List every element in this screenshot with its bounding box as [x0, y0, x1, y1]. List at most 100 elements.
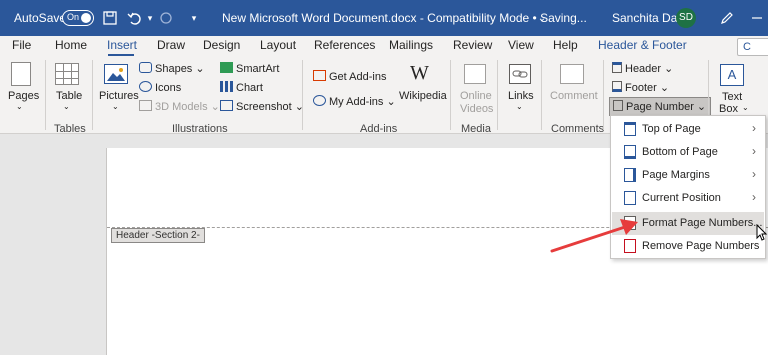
menu-item-label: Format Page Numbers...: [642, 217, 763, 229]
tab-view[interactable]: View: [508, 38, 534, 52]
menu-item-label: Remove Page Numbers: [642, 240, 760, 252]
cube-icon: [139, 100, 152, 111]
autosave-toggle[interactable]: On: [62, 10, 94, 26]
text-box-icon: A: [720, 64, 744, 86]
menu-item-label: Top of Page: [642, 123, 701, 135]
tab-layout[interactable]: Layout: [260, 38, 296, 52]
divider: [603, 60, 604, 130]
minimize-icon[interactable]: [748, 9, 766, 27]
page-number-button[interactable]: Page Number ⌄: [609, 97, 712, 116]
redo-icon[interactable]: [157, 9, 175, 27]
smartart-button[interactable]: SmartArt: [220, 62, 279, 75]
icons-button[interactable]: Icons: [139, 81, 181, 94]
pages-dropdown-icon[interactable]: ⌄: [16, 102, 23, 111]
page-number-menu: Top of Page › Bottom of Page › Page Marg…: [610, 115, 766, 259]
menu-item-top-of-page[interactable]: Top of Page ›: [612, 118, 764, 141]
menu-item-label: Bottom of Page: [642, 146, 718, 158]
divider: [302, 60, 303, 130]
icons-icon: [139, 81, 152, 92]
user-name[interactable]: Sanchita Das: [612, 11, 683, 25]
text-box-dropdown-icon[interactable]: ⌄: [742, 103, 749, 112]
my-addins-label: My Add-ins: [329, 96, 384, 108]
footer-icon: [612, 81, 622, 92]
text-box-button[interactable]: Text: [722, 91, 742, 103]
page-margins-icon: [624, 168, 636, 182]
tab-help[interactable]: Help: [553, 38, 578, 52]
get-addins-label: Get Add-ins: [329, 71, 387, 83]
header-icon: [612, 62, 622, 73]
menu-item-bottom-of-page[interactable]: Bottom of Page ›: [612, 141, 764, 164]
tab-insert[interactable]: Insert: [107, 38, 137, 52]
footer-button[interactable]: Footer ⌄: [612, 81, 669, 94]
table-button[interactable]: Table: [56, 90, 82, 102]
menu-item-label: Page Margins: [642, 169, 710, 181]
tab-file[interactable]: File: [12, 38, 31, 52]
pen-icon[interactable]: [718, 9, 736, 27]
menu-item-remove-page-numbers[interactable]: Remove Page Numbers: [612, 235, 764, 258]
customize-toolbar-icon[interactable]: ▾: [185, 9, 203, 27]
links-button[interactable]: Links: [508, 90, 534, 102]
tab-header-footer[interactable]: Header & Footer: [598, 38, 687, 52]
menu-item-label: Current Position: [642, 192, 721, 204]
menu-item-format-page-numbers[interactable]: Format Page Numbers...: [612, 212, 764, 235]
section-tag: Header -Section 2-: [111, 228, 205, 243]
menu-item-page-margins[interactable]: Page Margins ›: [612, 164, 764, 187]
chevron-right-icon: ›: [752, 121, 756, 135]
pictures-button[interactable]: Pictures: [99, 90, 139, 102]
page-number-label: Page Number: [626, 101, 694, 113]
table-icon: [55, 63, 79, 85]
chart-button[interactable]: Chart: [220, 81, 263, 94]
avatar[interactable]: SD: [676, 8, 696, 28]
my-addins-button[interactable]: My Add-ins ⌄: [313, 95, 396, 108]
screenshot-icon: [220, 100, 233, 111]
shapes-button[interactable]: Shapes ⌄: [139, 62, 205, 75]
autosave-label: AutoSave: [14, 11, 67, 25]
links-dropdown-icon[interactable]: ⌄: [516, 102, 523, 111]
save-icon[interactable]: [101, 9, 119, 27]
wikipedia-button[interactable]: Wikipedia: [399, 90, 447, 102]
table-dropdown-icon[interactable]: ⌄: [63, 102, 70, 111]
divider: [92, 60, 93, 130]
chart-label: Chart: [236, 82, 263, 94]
remove-page-numbers-icon: [624, 239, 636, 253]
screenshot-button[interactable]: Screenshot ⌄: [220, 100, 304, 113]
autosave-state: On: [67, 12, 80, 22]
comment-icon: [560, 64, 584, 84]
pictures-dropdown-icon[interactable]: ⌄: [112, 102, 119, 111]
divider: [450, 60, 451, 130]
tab-design[interactable]: Design: [203, 38, 240, 52]
title-bar: AutoSave On ▾ ▾ New Microsoft Word Docum…: [0, 0, 768, 36]
chevron-right-icon: ›: [752, 190, 756, 204]
menu-item-current-position[interactable]: Current Position ›: [612, 187, 764, 210]
footer-label: Footer: [625, 82, 657, 94]
3d-models-button[interactable]: 3D Models ⌄: [139, 100, 220, 113]
tab-references[interactable]: References: [314, 38, 375, 52]
smartart-label: SmartArt: [236, 63, 280, 75]
smartart-icon: [220, 62, 233, 73]
divider: [497, 60, 498, 130]
toggle-knob: [81, 13, 91, 23]
current-position-icon: [624, 191, 636, 205]
icons-label: Icons: [155, 82, 182, 94]
chevron-right-icon: ›: [752, 167, 756, 181]
header-label: Header: [625, 63, 662, 75]
tab-review[interactable]: Review: [453, 38, 492, 52]
title-dropdown-icon[interactable]: ⌄: [533, 9, 551, 27]
comment-button[interactable]: Comment: [550, 90, 598, 102]
tab-mailings[interactable]: Mailings: [389, 38, 433, 52]
header-button[interactable]: Header ⌄: [612, 62, 673, 75]
tab-home[interactable]: Home: [55, 38, 87, 52]
get-addins-button[interactable]: Get Add-ins: [313, 70, 386, 83]
top-of-page-icon: [624, 122, 636, 136]
pages-button[interactable]: Pages: [8, 90, 39, 102]
shapes-label: Shapes: [155, 63, 193, 75]
tab-draw[interactable]: Draw: [157, 38, 185, 52]
screenshot-label: Screenshot: [236, 101, 292, 113]
online-video-icon: [464, 64, 486, 84]
online-videos-button[interactable]: Online: [460, 90, 492, 102]
3d-models-label: 3D Models: [155, 101, 208, 113]
wikipedia-icon: W: [410, 62, 429, 84]
format-page-numbers-icon: [624, 216, 636, 230]
text-box-label-2: Box: [719, 103, 738, 115]
comments-button[interactable]: C: [737, 38, 768, 56]
